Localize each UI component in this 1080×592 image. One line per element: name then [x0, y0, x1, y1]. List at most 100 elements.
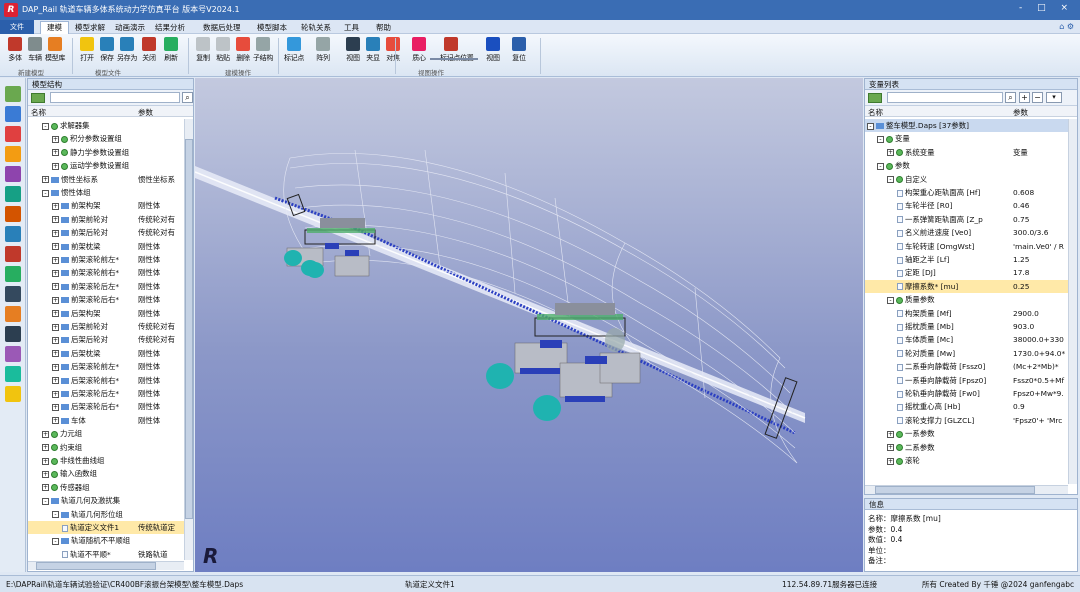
model-tree-hscrollbar[interactable]	[28, 561, 184, 570]
remove-icon[interactable]: −	[1032, 92, 1043, 103]
tool-icon-5[interactable]	[5, 186, 21, 202]
tool-icon-8[interactable]	[5, 246, 21, 262]
ribbon-button-5[interactable]: 另存为	[116, 37, 138, 63]
tool-icon-0[interactable]	[5, 86, 21, 102]
tree-row[interactable]: 轨道定义文件1 传统轨道定	[28, 521, 184, 534]
tree-row[interactable]: + 一系参数	[865, 427, 1068, 440]
expand-icon[interactable]: +	[42, 430, 49, 438]
search-icon[interactable]: ⌕	[182, 92, 193, 103]
tree-row[interactable]: + 惯性坐标系 惯性坐标系	[28, 173, 184, 186]
tree-row[interactable]: + 约束组	[28, 441, 184, 454]
tree-row[interactable]: - 轨道几何及激扰集	[28, 494, 184, 507]
tree-row[interactable]: 轨道不平顺* 铁路轨道	[28, 548, 184, 559]
tool-icon-4[interactable]	[5, 166, 21, 182]
collapse-icon[interactable]: -	[877, 135, 884, 143]
expand-icon[interactable]: +	[52, 243, 59, 251]
tree-row[interactable]: 车轮半径 [R0] 0.46	[865, 199, 1068, 212]
expand-icon[interactable]: +	[52, 229, 59, 237]
menu-1[interactable]: 模型求解	[75, 22, 105, 33]
tool-icon-14[interactable]	[5, 366, 21, 382]
expand-icon[interactable]: +	[887, 444, 894, 452]
variable-search-input[interactable]	[887, 92, 1003, 103]
variable-tree-scrollbar[interactable]	[1068, 119, 1077, 484]
tool-icon-3[interactable]	[5, 146, 21, 162]
expand-icon[interactable]: +	[52, 162, 59, 170]
ribbon-button-9[interactable]: 粘贴	[212, 37, 234, 63]
tool-icon-12[interactable]	[5, 326, 21, 342]
tool-icon-10[interactable]	[5, 286, 21, 302]
model-search-input[interactable]	[50, 92, 180, 103]
tree-row[interactable]: 构架质量 [Mf] 2900.0	[865, 307, 1068, 320]
menu-8[interactable]: 帮助	[376, 22, 391, 33]
menu-5[interactable]: 模型脚本	[257, 22, 287, 33]
expand-icon[interactable]: +	[42, 444, 49, 452]
collapse-icon[interactable]: -	[42, 497, 49, 505]
ribbon-button-10[interactable]: 删除	[232, 37, 254, 63]
tree-row[interactable]: - 轨道随机不平顺组	[28, 534, 184, 547]
tool-icon-2[interactable]	[5, 126, 21, 142]
tree-row[interactable]: - 求解器集	[28, 119, 184, 132]
tree-row[interactable]: + 滚轮	[865, 454, 1068, 467]
tree-row[interactable]: + 后架前轮对 传统轮对有	[28, 320, 184, 333]
collapse-icon[interactable]: -	[52, 537, 59, 545]
3d-viewport[interactable]: R	[195, 78, 863, 572]
expand-icon[interactable]: +	[52, 216, 59, 224]
menu-0[interactable]: 建模	[40, 21, 69, 34]
expand-icon[interactable]: +	[52, 202, 59, 210]
tree-row[interactable]: 车体质量 [Mc] 38000.0+330	[865, 333, 1068, 346]
expand-icon[interactable]: +	[42, 484, 49, 492]
collapse-icon[interactable]: -	[42, 189, 49, 197]
ribbon-button-1[interactable]: 车辆	[24, 37, 46, 63]
expand-icon[interactable]: +	[887, 457, 894, 465]
vehicle-model-render[interactable]: R	[195, 78, 863, 572]
menu-3[interactable]: 结果分析	[155, 22, 185, 33]
tree-row[interactable]: + 后架后轮对 传统轮对有	[28, 333, 184, 346]
tree-row[interactable]: + 车体 刚性体	[28, 414, 184, 427]
expand-icon[interactable]: +	[42, 176, 49, 184]
tree-row[interactable]: + 前架滚轮前左* 刚性体	[28, 253, 184, 266]
tree-row[interactable]: + 前架滚轮后右* 刚性体	[28, 293, 184, 306]
tree-row[interactable]: + 前架构架 刚性体	[28, 199, 184, 212]
ribbon-button-6[interactable]: 关闭	[138, 37, 160, 63]
ribbon-button-3[interactable]: 打开	[76, 37, 98, 63]
tree-row[interactable]: 一系垂向静载荷 [Fpsz0] Fssz0*0.5+Mf	[865, 374, 1068, 387]
tree-row[interactable]: - 自定义	[865, 173, 1068, 186]
help-icon[interactable]: ⌂ ⚙	[1059, 22, 1074, 31]
ribbon-button-12[interactable]: 标记点	[283, 37, 305, 63]
collapse-icon[interactable]: -	[42, 122, 49, 130]
add-icon[interactable]: +	[1019, 92, 1030, 103]
menu-6[interactable]: 轮轨关系	[301, 22, 331, 33]
tree-row[interactable]: + 积分参数设置组	[28, 132, 184, 145]
tree-row[interactable]: 摩擦系数* [mu] 0.25	[865, 279, 1068, 293]
ribbon-button-4[interactable]: 保存	[96, 37, 118, 63]
tree-row[interactable]: 一系弹簧距轨面高 [Z_p 0.75	[865, 213, 1068, 226]
tree-filter-icon[interactable]	[31, 93, 45, 103]
menu-4[interactable]: 数据后处理	[203, 22, 241, 33]
tree-row[interactable]: - 轨道几何形位组	[28, 508, 184, 521]
ribbon-button-15[interactable]: 夹显	[362, 37, 384, 63]
tree-row[interactable]: - 参数	[865, 159, 1068, 172]
tree-row[interactable]: 二系垂向静载荷 [Fssz0] (Mc+2*Mb)*	[865, 360, 1068, 373]
tree-row[interactable]: + 前架滚轮后左* 刚性体	[28, 280, 184, 293]
expand-icon[interactable]: +	[52, 310, 59, 318]
tree-row[interactable]: 名义前进速度 [Ve0] 300.0/3.6	[865, 226, 1068, 239]
tree-row[interactable]: + 后架构架 刚性体	[28, 307, 184, 320]
expand-icon[interactable]: +	[52, 296, 59, 304]
collapse-icon[interactable]: -	[887, 176, 894, 184]
tool-icon-7[interactable]	[5, 226, 21, 242]
tree-row[interactable]: + 力元组	[28, 427, 184, 440]
ribbon-button-16[interactable]: 对焦	[382, 37, 404, 63]
tree-row[interactable]: + 前架滚轮前右* 刚性体	[28, 266, 184, 279]
tree-row[interactable]: 构架重心距轨面高 [Hf] 0.608	[865, 186, 1068, 199]
ribbon-button-20[interactable]: 复位	[508, 37, 530, 63]
expand-icon[interactable]: +	[52, 323, 59, 331]
expand-icon[interactable]: +	[52, 149, 59, 157]
col-name-header[interactable]: 名称	[868, 107, 883, 118]
expand-icon[interactable]: +	[52, 377, 59, 385]
ribbon-button-0[interactable]: 多体	[4, 37, 26, 63]
tree-row[interactable]: 轮轨垂向静载荷 [Fw0] Fpsz0+Mw*9.	[865, 387, 1068, 400]
tree-row[interactable]: + 静力学参数设置组	[28, 146, 184, 159]
ribbon-button-8[interactable]: 复制	[192, 37, 214, 63]
menu-7[interactable]: 工具	[344, 22, 359, 33]
expand-icon[interactable]: +	[887, 430, 894, 438]
